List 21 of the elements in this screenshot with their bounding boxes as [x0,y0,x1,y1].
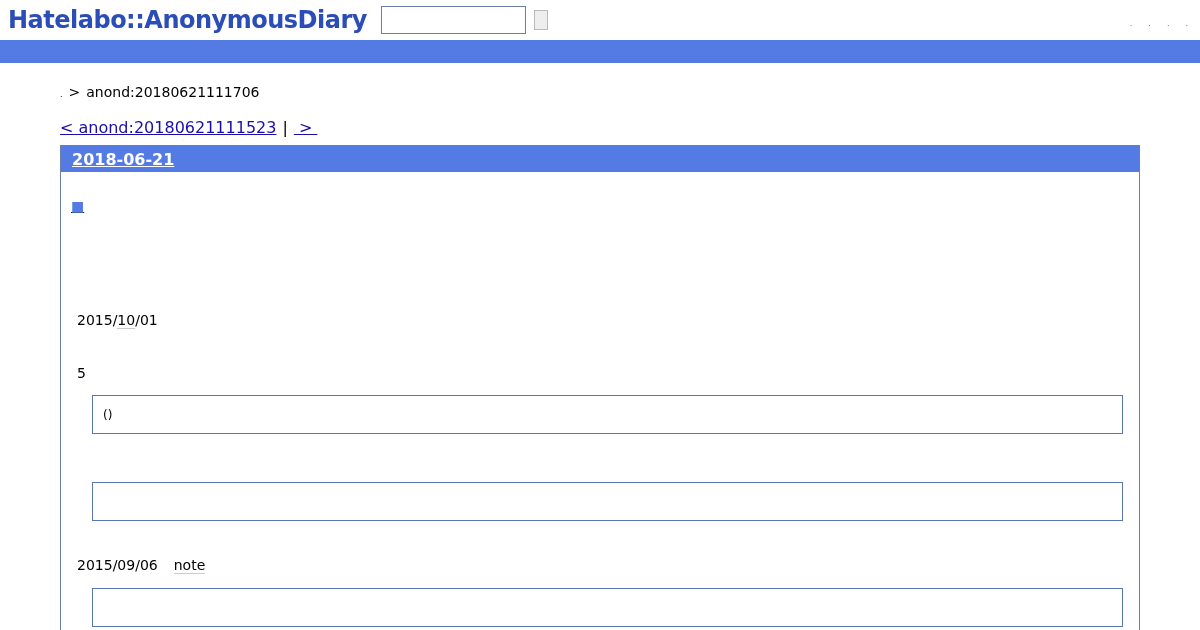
breadcrumb-separator: > [68,84,81,100]
next-entry-link[interactable]: > [293,118,318,137]
entry-anchor-link[interactable]: ■ [71,198,85,214]
breadcrumb-current: anond:20180621111706 [86,84,260,100]
nav-link[interactable]: . [1148,18,1151,28]
quote-text: () [103,407,113,422]
keyword-link[interactable]: 10 [117,312,136,329]
search-field[interactable] [380,6,526,34]
paragraph-text: 2015/09/06 [77,557,158,573]
paragraph-text: /01 [135,312,158,328]
pager-separator: | [282,118,288,137]
nav-link[interactable]: . [1185,18,1188,28]
keyword-link[interactable]: note [173,557,206,574]
previous-entry-link[interactable]: < anond:20180621111523 [60,118,277,137]
paragraph-text: 2015/ [77,312,118,328]
home-link[interactable]: . [60,90,63,99]
site-logo[interactable]: Hatelabo::AnonymousDiary [8,6,367,34]
paragraph-text: 5 [77,365,86,381]
nav-link[interactable]: . [1129,18,1133,28]
nav-link[interactable]: . [1166,18,1170,28]
date-link[interactable]: 2018-06-21 [72,149,175,169]
